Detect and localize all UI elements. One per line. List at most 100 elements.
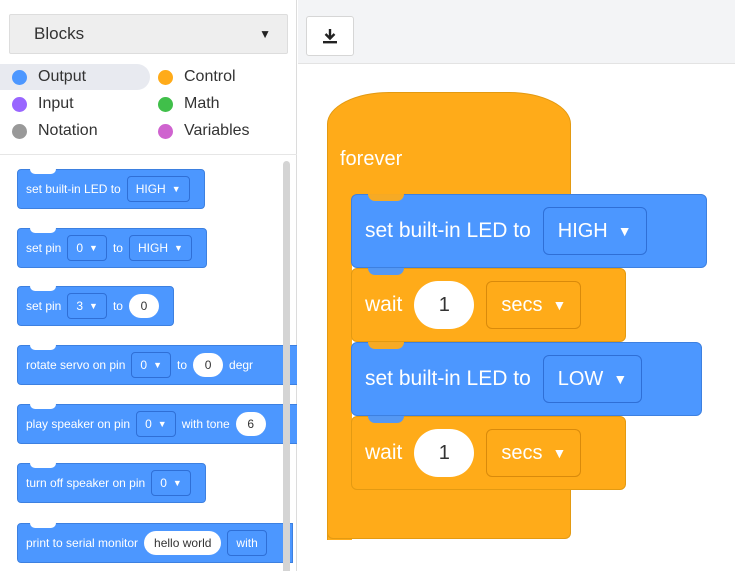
- block-text: print to serial monitor: [26, 536, 139, 550]
- block-text: wait: [365, 293, 403, 316]
- category-math[interactable]: Math: [146, 91, 220, 117]
- time-unit-dropdown[interactable]: secs ▼: [486, 429, 582, 477]
- wait-duration-input[interactable]: 1: [414, 281, 475, 329]
- category-input[interactable]: Input: [0, 91, 74, 117]
- chevron-down-icon: ▼: [89, 301, 98, 311]
- palette-block-set-pin-digital[interactable]: set pin 0 ▼ to HIGH ▼: [17, 228, 207, 268]
- notation-color-dot: [12, 124, 27, 139]
- category-label: Input: [38, 95, 74, 112]
- chevron-down-icon: ▼: [157, 419, 167, 429]
- chevron-down-icon: ▼: [552, 445, 567, 461]
- dropdown-value: secs: [501, 293, 543, 316]
- block-text: degr: [229, 358, 254, 372]
- chevron-down-icon: ▼: [613, 371, 628, 387]
- message-input[interactable]: hello world: [144, 531, 222, 555]
- pin-dropdown[interactable]: 0 ▼: [136, 411, 176, 437]
- dropdown-value: 0: [140, 358, 148, 372]
- dropdown-value: with: [236, 536, 258, 550]
- dropdown-value: HIGH: [135, 182, 166, 196]
- block-palette: set built-in LED to HIGH ▼ set pin 0 ▼ to …: [0, 154, 297, 571]
- category-label: Variables: [184, 122, 250, 139]
- pin-state-dropdown[interactable]: HIGH ▼: [128, 235, 192, 261]
- dropdown-value: LOW: [557, 367, 604, 390]
- pin-dropdown[interactable]: 0 ▼: [67, 235, 107, 261]
- angle-input[interactable]: 0: [193, 353, 224, 377]
- pin-dropdown[interactable]: 3 ▼: [67, 293, 107, 319]
- variables-color-dot: [158, 124, 173, 139]
- left-panel: Blocks ▼ Output Control Input Math Notat…: [0, 0, 297, 571]
- dropdown-value: 0: [145, 417, 152, 431]
- block-text: wait: [365, 441, 403, 464]
- value-input[interactable]: 0: [128, 294, 159, 318]
- download-icon: [323, 29, 337, 44]
- chevron-down-icon: ▼: [171, 184, 181, 194]
- block-text: set pin: [26, 299, 62, 313]
- download-button[interactable]: [306, 16, 354, 56]
- palette-block-rotate-servo[interactable]: rotate servo on pin 0 ▼ to 0 degr: [17, 345, 297, 385]
- category-variables[interactable]: Variables: [146, 118, 250, 144]
- category-output[interactable]: Output: [0, 64, 150, 90]
- pin-dropdown[interactable]: 0 ▼: [131, 352, 172, 378]
- wait-duration-input[interactable]: 1: [414, 429, 475, 477]
- palette-block-play-speaker[interactable]: play speaker on pin 0 ▼ with tone 6: [17, 404, 297, 444]
- category-list: Output Control Input Math Notation Varia…: [0, 64, 297, 148]
- block-text: play speaker on pin: [26, 417, 131, 431]
- dropdown-value: 3: [76, 299, 84, 313]
- block-text: to: [112, 241, 123, 255]
- dropdown-value: 0: [160, 476, 167, 490]
- block-text: rotate servo on pin: [26, 358, 126, 372]
- forever-block-cap[interactable]: [327, 92, 571, 197]
- forever-label: forever: [340, 148, 403, 170]
- led-state-dropdown[interactable]: HIGH ▼: [542, 207, 647, 255]
- chevron-down-icon: ▼: [89, 243, 98, 253]
- pin-dropdown[interactable]: 0 ▼: [151, 470, 191, 496]
- dropdown-value: 0: [76, 241, 84, 255]
- block-text: to: [112, 299, 123, 313]
- dropdown-value: HIGH: [557, 219, 608, 242]
- math-color-dot: [158, 97, 173, 112]
- block-text: with tone: [181, 417, 230, 431]
- dropdown-value: secs: [501, 441, 543, 464]
- category-label: Notation: [38, 122, 98, 139]
- palette-block-set-pin-analog[interactable]: set pin 3 ▼ to 0: [17, 286, 174, 326]
- block-text: set built-in LED to: [365, 367, 531, 390]
- workspace-toolbar: [298, 0, 735, 64]
- chevron-down-icon: ▼: [173, 243, 183, 253]
- category-label: Control: [184, 68, 236, 85]
- workspace-block-wait[interactable]: wait 1 secs ▼: [351, 416, 626, 490]
- workspace-block-wait[interactable]: wait 1 secs ▼: [351, 268, 626, 342]
- block-text: to: [177, 358, 188, 372]
- chevron-down-icon: ▼: [552, 297, 567, 313]
- led-state-dropdown[interactable]: LOW ▼: [542, 355, 643, 403]
- forever-block-bottom[interactable]: [327, 487, 571, 539]
- code-workspace[interactable]: forever set built-in LED to HIGH ▼ wait 1…: [298, 65, 735, 571]
- block-text: set built-in LED to: [26, 182, 121, 196]
- category-control[interactable]: Control: [146, 64, 236, 90]
- chevron-down-icon: ▼: [172, 478, 182, 488]
- category-label: Output: [38, 68, 87, 85]
- palette-block-print-serial[interactable]: print to serial monitor hello world with: [17, 523, 293, 563]
- newline-dropdown[interactable]: with: [227, 530, 267, 556]
- tone-input[interactable]: 6: [235, 412, 266, 436]
- block-text: set pin: [26, 241, 62, 255]
- output-color-dot: [12, 70, 27, 85]
- block-text: set built-in LED to: [365, 219, 531, 242]
- chevron-down-icon: ▼: [617, 223, 632, 239]
- input-color-dot: [12, 97, 27, 112]
- category-notation[interactable]: Notation: [0, 118, 98, 144]
- palette-block-set-led[interactable]: set built-in LED to HIGH ▼: [17, 169, 205, 209]
- palette-scrollbar[interactable]: [283, 161, 290, 571]
- category-label: Math: [184, 95, 220, 112]
- toolbox-selector[interactable]: Blocks ▼: [9, 14, 288, 54]
- dropdown-value: HIGH: [137, 241, 168, 255]
- workspace-block-set-led-high[interactable]: set built-in LED to HIGH ▼: [351, 194, 707, 268]
- block-text: turn off speaker on pin: [26, 476, 146, 490]
- led-state-dropdown[interactable]: HIGH ▼: [126, 176, 190, 202]
- workspace-block-set-led-low[interactable]: set built-in LED to LOW ▼: [351, 342, 702, 416]
- chevron-down-icon: ▼: [153, 360, 163, 370]
- control-color-dot: [158, 70, 173, 85]
- time-unit-dropdown[interactable]: secs ▼: [486, 281, 582, 329]
- chevron-down-icon: ▼: [259, 27, 271, 41]
- palette-block-turn-off-speaker[interactable]: turn off speaker on pin 0 ▼: [17, 463, 206, 503]
- toolbox-selector-value: Blocks: [34, 24, 85, 43]
